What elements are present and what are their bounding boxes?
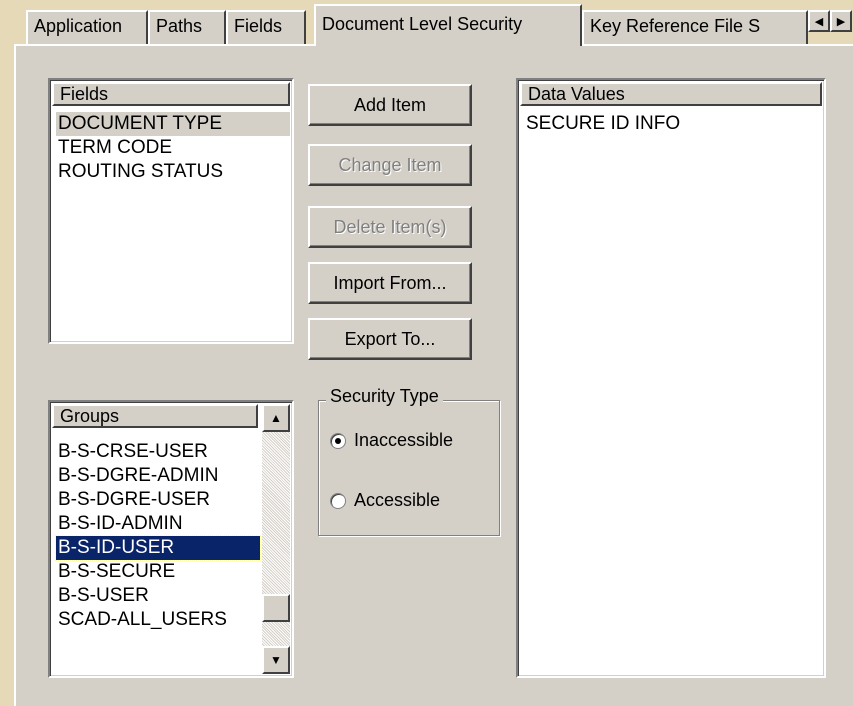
data-value-item[interactable]: SECURE ID INFO <box>524 112 820 136</box>
tab-scroll-left-icon[interactable]: ◀ <box>808 10 830 32</box>
accessible-label: Accessible <box>354 490 441 510</box>
groups-listbox[interactable]: Groups B-S-CRSE-USER B-S-DGRE-ADMIN B-S-… <box>48 400 294 678</box>
radio-checked-icon[interactable] <box>330 432 346 449</box>
field-item[interactable]: DOCUMENT TYPE <box>56 112 290 136</box>
group-item[interactable]: SCAD-ALL_USERS <box>56 608 260 632</box>
tab-document-level-security[interactable]: Document Level Security <box>314 4 582 46</box>
delete-items-button[interactable]: Delete Item(s) <box>308 206 472 248</box>
group-item[interactable]: B-S-DGRE-USER <box>56 488 260 512</box>
export-to-button[interactable]: Export To... <box>308 318 472 360</box>
group-item[interactable]: B-S-CRSE-USER <box>56 440 260 464</box>
inaccessible-label: Inaccessible <box>354 430 454 450</box>
field-item[interactable]: ROUTING STATUS <box>56 160 290 184</box>
add-item-button[interactable]: Add Item <box>308 84 472 126</box>
security-type-title: Security Type <box>326 386 443 407</box>
tab-application[interactable]: Application <box>26 10 148 44</box>
security-type-groupbox <box>318 400 500 536</box>
accessible-radio-option[interactable]: Accessible <box>330 490 440 511</box>
fields-listbox[interactable]: Fields DOCUMENT TYPE TERM CODE ROUTING S… <box>48 78 294 344</box>
import-from-button[interactable]: Import From... <box>308 262 472 304</box>
scroll-thumb[interactable] <box>262 594 290 622</box>
scroll-down-arrow-icon[interactable]: ▼ <box>262 646 290 674</box>
tab-fields[interactable]: Fields <box>226 10 306 44</box>
field-item[interactable]: TERM CODE <box>56 136 290 160</box>
group-item-selected[interactable]: B-S-ID-USER <box>55 535 261 561</box>
inaccessible-radio-option[interactable]: Inaccessible <box>330 430 453 451</box>
group-item[interactable]: B-S-ID-ADMIN <box>56 512 260 536</box>
group-item[interactable]: B-S-USER <box>56 584 260 608</box>
tab-key-reference-file[interactable]: Key Reference File S <box>582 10 808 44</box>
fields-header[interactable]: Fields <box>52 82 290 106</box>
tab-paths[interactable]: Paths <box>148 10 226 44</box>
group-item[interactable]: B-S-DGRE-ADMIN <box>56 464 260 488</box>
groups-scrollbar[interactable]: ▲ ▼ <box>262 404 290 674</box>
change-item-button[interactable]: Change Item <box>308 144 472 186</box>
data-values-listbox[interactable]: Data Values SECURE ID INFO <box>516 78 826 678</box>
scroll-up-arrow-icon[interactable]: ▲ <box>262 404 290 432</box>
tab-scroll-right-icon[interactable]: ▶ <box>830 10 852 32</box>
group-item[interactable]: B-S-SECURE <box>56 560 260 584</box>
groups-header[interactable]: Groups <box>52 404 258 428</box>
data-values-header[interactable]: Data Values <box>520 82 822 106</box>
radio-unchecked-icon[interactable] <box>330 492 346 509</box>
